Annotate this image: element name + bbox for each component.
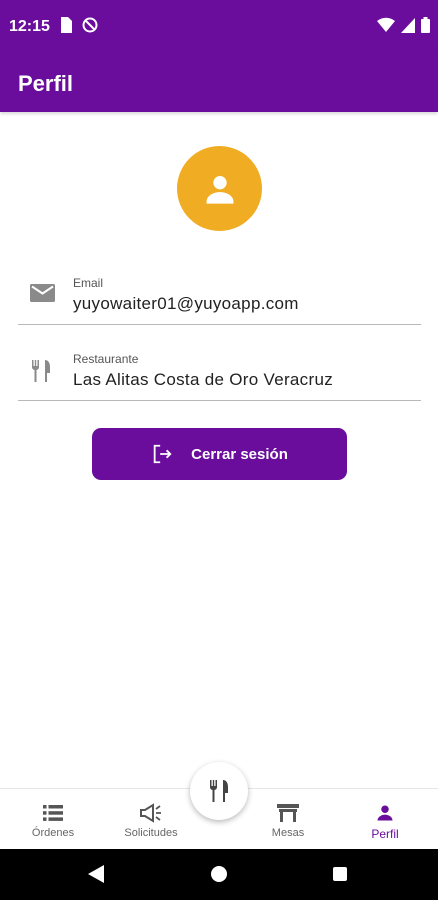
- avatar: [177, 146, 262, 231]
- fab-restaurant-button[interactable]: [190, 762, 248, 820]
- nav-item-mesas[interactable]: Mesas: [257, 789, 319, 850]
- logout-label: Cerrar sesión: [191, 445, 288, 463]
- restaurant-field: Restaurante Las Alitas Costa de Oro Vera…: [18, 343, 421, 401]
- sim-card-icon: [61, 17, 72, 33]
- back-icon[interactable]: [88, 865, 104, 883]
- restaurant-value: Las Alitas Costa de Oro Veracruz: [73, 370, 334, 389]
- home-icon[interactable]: [211, 866, 227, 882]
- nav-label-mesas: Mesas: [271, 827, 305, 839]
- email-label: Email: [73, 276, 104, 290]
- logout-icon: [153, 444, 172, 464]
- status-bar: 12:15: [0, 0, 438, 54]
- signal-icon: [401, 18, 415, 33]
- recent-apps-icon[interactable]: [333, 867, 347, 881]
- status-left-icons: [60, 17, 98, 33]
- wifi-icon: [377, 17, 395, 32]
- nav-item-perfil[interactable]: Perfil: [354, 789, 416, 850]
- nav-item-ordenes[interactable]: Órdenes: [22, 789, 84, 850]
- nav-label-perfil: Perfil: [371, 827, 399, 841]
- nav-label-ordenes: Órdenes: [31, 827, 75, 839]
- status-time: 12:15: [9, 18, 50, 35]
- do-not-disturb-icon: [82, 17, 98, 33]
- list-icon: [43, 802, 63, 824]
- restaurant-icon: [209, 780, 228, 802]
- person-icon: [206, 175, 233, 204]
- table-icon: [277, 802, 299, 824]
- email-value: yuyowaiter01@yuyoapp.com: [73, 294, 299, 313]
- mail-icon: [30, 283, 55, 308]
- restaurant-label: Restaurante: [73, 352, 139, 366]
- restaurant-icon: [30, 359, 52, 388]
- email-field: Email yuyowaiter01@yuyoapp.com: [18, 267, 421, 325]
- page-title: Perfil: [18, 71, 74, 96]
- megaphone-icon: [139, 802, 163, 824]
- system-nav-bar: [0, 849, 438, 900]
- battery-icon: [421, 17, 430, 33]
- person-icon: [375, 802, 395, 824]
- status-right-icons: [377, 17, 430, 33]
- nav-label-solicitudes: Solicitudes: [124, 827, 178, 839]
- app-bar: Perfil: [0, 54, 438, 112]
- nav-item-solicitudes[interactable]: Solicitudes: [115, 789, 187, 850]
- logout-button[interactable]: Cerrar sesión: [92, 428, 347, 480]
